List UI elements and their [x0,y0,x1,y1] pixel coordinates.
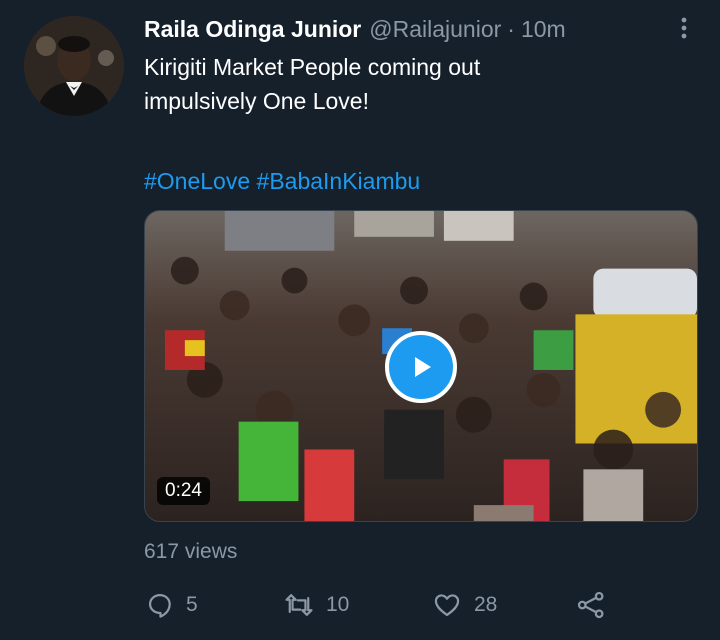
tweet[interactable]: Raila Odinga Junior @Railajunior · 10m K… [0,0,720,640]
like-count: 28 [474,593,498,616]
tweet-timestamp[interactable]: 10m [521,16,566,43]
user-handle[interactable]: @Railajunior [369,16,501,43]
tweet-header: Raila Odinga Junior @Railajunior · 10m [144,12,664,46]
heart-icon [434,594,460,617]
share-icon [577,591,604,619]
separator-dot: · [507,15,515,42]
like-button[interactable]: 28 [432,588,497,622]
more-vertical-icon [681,17,687,39]
display-name[interactable]: Raila Odinga Junior [144,16,361,43]
share-button[interactable] [576,588,606,622]
hashtag-link[interactable]: #BabaInKiambu [257,168,421,194]
avatar[interactable] [24,16,124,116]
reply-icon [148,593,171,618]
avatar-image [24,16,124,116]
more-options-button[interactable] [674,14,694,42]
tweet-text: Kirigiti Market People coming out impuls… [144,50,664,118]
retweet-count: 10 [326,593,350,616]
view-count: 617 views [144,540,238,563]
hashtag-link[interactable]: #OneLove [144,168,250,194]
reply-button[interactable]: 5 [146,588,198,622]
video-duration-badge: 0:24 [157,477,210,505]
reply-count: 5 [186,593,198,616]
video-player[interactable]: 0:24 [144,210,698,522]
play-icon [415,357,431,377]
retweet-icon [285,594,313,616]
tweet-actions: 5 10 28 [144,588,614,622]
tweet-text-line: Kirigiti Market People coming out [144,54,481,80]
retweet-button[interactable]: 10 [284,588,349,622]
hashtags: #OneLove #BabaInKiambu [144,164,420,198]
tweet-text-line: impulsively One Love! [144,88,369,114]
play-button[interactable] [385,331,457,403]
